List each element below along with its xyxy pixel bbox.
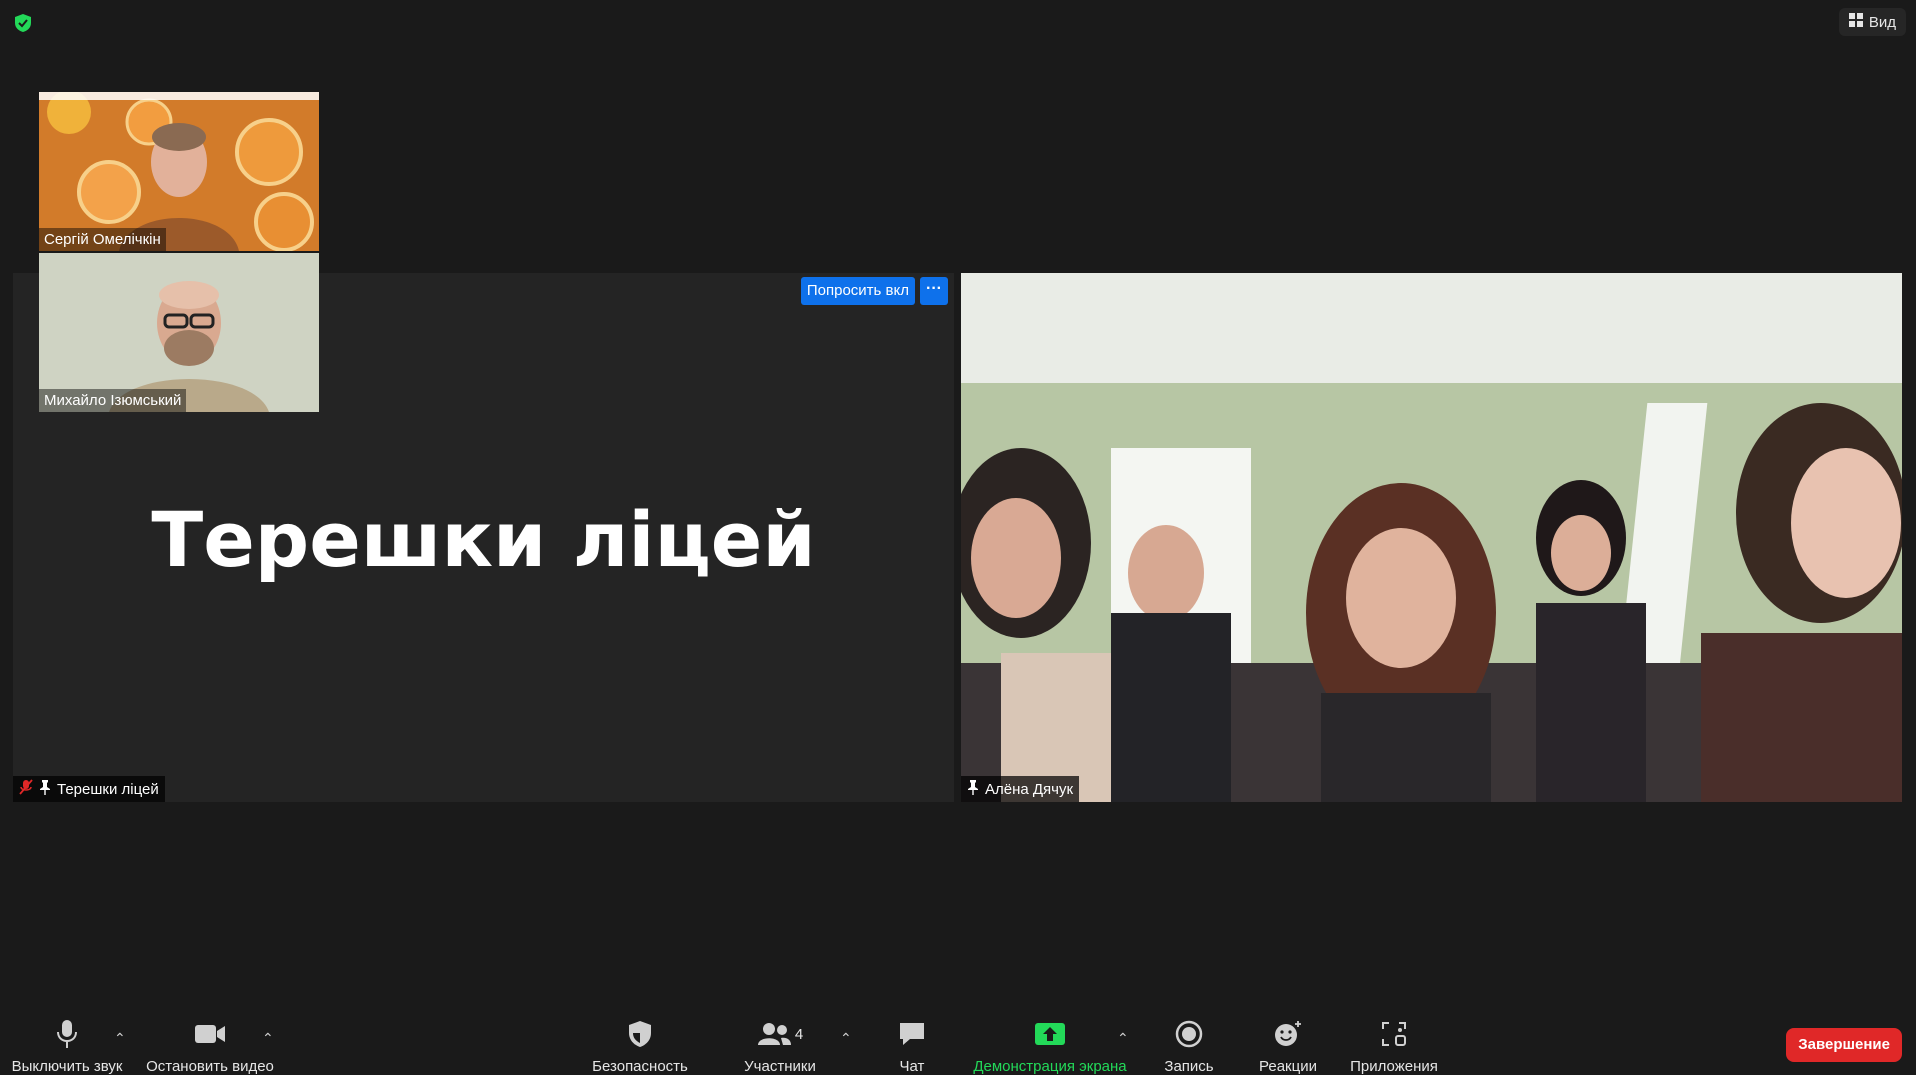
- chat-bubble-icon: [898, 1018, 926, 1050]
- participant-display-name: Терешки ліцей: [151, 495, 816, 584]
- muted-mic-icon: [19, 779, 33, 799]
- reaction-smiley-icon: [1273, 1018, 1303, 1050]
- encryption-shield-icon[interactable]: [12, 12, 34, 34]
- record-label: Запись: [1164, 1058, 1214, 1075]
- security-shield-icon: [627, 1018, 653, 1050]
- grid-icon: [1848, 13, 1863, 31]
- stop-video-button[interactable]: Остановить видео: [145, 1018, 275, 1075]
- end-meeting-button[interactable]: Завершение: [1786, 1028, 1902, 1062]
- pin-icon: [39, 779, 51, 799]
- mute-label: Выключить звук: [11, 1058, 123, 1075]
- microphone-icon: [56, 1018, 78, 1050]
- thumbnail-name: Михайло Ізюмський: [39, 389, 187, 412]
- participant-namebar: Алёна Дячук: [961, 776, 1080, 802]
- thumbnail-participant-2[interactable]: Михайло Ізюмський: [39, 253, 319, 412]
- stop-video-label: Остановить видео: [146, 1058, 274, 1075]
- security-button[interactable]: Безопасность: [575, 1018, 705, 1075]
- apps-icon: [1381, 1018, 1407, 1050]
- meeting-toolbar: Выключить звук ⌃ Остановить видео ⌃ Безо…: [0, 1000, 1916, 1075]
- classroom-video-image: [961, 273, 1902, 802]
- share-screen-button[interactable]: Демонстрация экрана: [973, 1018, 1127, 1075]
- view-label: Вид: [1868, 13, 1896, 31]
- share-screen-icon: [1034, 1018, 1066, 1050]
- participant-namebar: Терешки ліцей: [13, 776, 165, 802]
- reactions-label: Реакции: [1259, 1058, 1317, 1075]
- pin-icon: [967, 779, 979, 799]
- participant-tile-video[interactable]: Алёна Дячук: [961, 273, 1902, 802]
- thumbnail-name: Сергій Омелічкін: [39, 228, 166, 251]
- participants-icon: [757, 1023, 791, 1045]
- mute-button[interactable]: Выключить звук: [2, 1018, 132, 1075]
- apps-button[interactable]: Приложения: [1329, 1018, 1459, 1075]
- participants-label: Участники: [744, 1058, 816, 1075]
- record-icon: [1175, 1018, 1203, 1050]
- participants-count: 4: [794, 1025, 804, 1043]
- audio-options-chevron-icon[interactable]: ⌃: [114, 1030, 126, 1047]
- video-options-chevron-icon[interactable]: ⌃: [262, 1030, 274, 1047]
- participant-name-label: Терешки ліцей: [57, 780, 159, 798]
- apps-label: Приложения: [1350, 1058, 1438, 1075]
- chat-button[interactable]: Чат: [847, 1018, 977, 1075]
- more-options-button[interactable]: ···: [920, 277, 948, 305]
- participants-button[interactable]: 4 Участники: [715, 1018, 845, 1075]
- view-button[interactable]: Вид: [1838, 8, 1906, 36]
- video-camera-icon: [194, 1018, 226, 1050]
- participant-name-label: Алёна Дячук: [985, 780, 1074, 798]
- participants-icon-group: 4: [757, 1018, 803, 1050]
- thumbnail-participant-1[interactable]: Сергій Омелічкін: [39, 92, 319, 251]
- ask-to-unmute-button[interactable]: Попросить вкл: [800, 277, 915, 305]
- share-screen-label: Демонстрация экрана: [973, 1058, 1127, 1075]
- chat-label: Чат: [899, 1058, 925, 1075]
- security-label: Безопасность: [592, 1058, 688, 1075]
